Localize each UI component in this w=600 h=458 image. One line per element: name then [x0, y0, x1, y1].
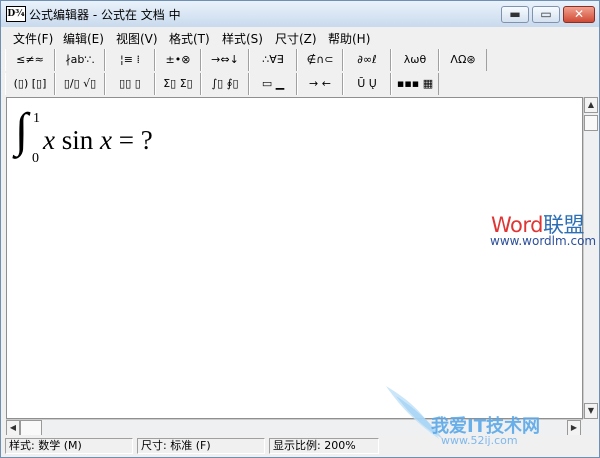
integral-templates-button[interactable]: ∫▯ ∮▯: [201, 73, 249, 95]
greek-lowercase-button[interactable]: λωθ: [391, 49, 439, 71]
menu-format[interactable]: 格式(T): [169, 30, 210, 47]
upper-limit: 1: [33, 111, 40, 126]
relational-symbols-button[interactable]: ≤≠≈: [5, 49, 55, 71]
sin-function: sin: [54, 125, 100, 155]
set-theory-symbols-button[interactable]: ∉∩⊂: [297, 49, 343, 71]
lower-limit: 0: [32, 151, 39, 166]
horizontal-scroll-thumb[interactable]: [20, 420, 42, 436]
scroll-left-button[interactable]: ◀: [6, 420, 20, 436]
maximize-button[interactable]: ▭: [532, 6, 560, 23]
close-button[interactable]: ✕: [563, 6, 595, 23]
vertical-scrollbar[interactable]: ▲ ▼: [583, 97, 598, 419]
scrollbar-corner: [583, 419, 597, 435]
subscript-templates-button[interactable]: ▯▯ ▯: [105, 73, 155, 95]
logical-symbols-button[interactable]: ∴∀∃: [249, 49, 297, 71]
symbol-palette-toolbar: ≤≠≈ ∤ab∵. ¦≡ ⁞ ±•⊗ →⇔↓ ∴∀∃ ∉∩⊂ ∂∞ℓ λωθ Λ…: [5, 49, 491, 71]
menu-file[interactable]: 文件(F): [13, 30, 53, 47]
status-style: 样式: 数学 (M): [5, 438, 133, 454]
scroll-up-button[interactable]: ▲: [584, 97, 598, 113]
underbar-overbar-templates-button[interactable]: ▭ ▁: [249, 73, 297, 95]
summation-templates-button[interactable]: Σ▯ Σ▯: [155, 73, 201, 95]
fence-templates-button[interactable]: (▯) [▯]: [5, 73, 55, 95]
site-url-watermark: www.52ij.com: [441, 434, 518, 447]
fraction-radical-templates-button[interactable]: ▯/▯ √▯: [55, 73, 105, 95]
status-zoom: 显示比例: 200%: [269, 438, 379, 454]
greek-uppercase-button[interactable]: ΛΩ⊛: [439, 49, 487, 71]
equation[interactable]: ∫ 1 0 x sin x = ?: [15, 105, 195, 169]
embellishments-button[interactable]: ¦≡ ⁞: [105, 49, 155, 71]
vertical-scroll-thumb[interactable]: [584, 115, 598, 131]
equation-editor-window: D¾ 公式编辑器 - 公式在 文档 中 ▬ ▭ ✕ 文件(F) 编辑(E) 视图…: [0, 0, 600, 458]
products-set-templates-button[interactable]: Ū Ų: [343, 73, 391, 95]
misc-symbols-button[interactable]: ∂∞ℓ: [343, 49, 391, 71]
variable-x-2: x: [100, 125, 112, 155]
window-title: 公式编辑器 - 公式在 文档 中: [29, 8, 181, 22]
scroll-right-button[interactable]: ▶: [567, 420, 581, 436]
menu-size[interactable]: 尺寸(Z): [275, 30, 317, 47]
wordlm-url-watermark: www.wordlm.com: [490, 234, 597, 248]
menu-style[interactable]: 样式(S): [222, 30, 263, 47]
menu-bar: 文件(F) 编辑(E) 视图(V) 格式(T) 样式(S) 尺寸(Z) 帮助(H…: [1, 27, 599, 47]
minimize-button[interactable]: ▬: [501, 6, 529, 23]
arrow-symbols-button[interactable]: →⇔↓: [201, 49, 249, 71]
spaces-ellipses-button[interactable]: ∤ab∵.: [55, 49, 105, 71]
menu-help[interactable]: 帮助(H): [328, 30, 370, 47]
menu-edit[interactable]: 编辑(E): [63, 30, 104, 47]
scroll-down-button[interactable]: ▼: [584, 403, 598, 419]
integrand: x sin x = ?: [43, 125, 153, 156]
integral-sign: ∫: [15, 104, 29, 157]
operator-symbols-button[interactable]: ±•⊗: [155, 49, 201, 71]
status-size: 尺寸: 标准 (F): [137, 438, 265, 454]
labeled-arrow-templates-button[interactable]: → ←: [297, 73, 343, 95]
equals-question: = ?: [111, 125, 153, 155]
template-palette-toolbar: (▯) [▯] ▯/▯ √▯ ▯▯ ▯ Σ▯ Σ▯ ∫▯ ∮▯ ▭ ▁ → ← …: [5, 73, 491, 95]
matrix-templates-button[interactable]: ▪▪▪ ▦: [391, 73, 439, 95]
app-icon: D¾: [6, 6, 26, 22]
menu-view[interactable]: 视图(V): [116, 30, 158, 47]
title-bar[interactable]: D¾ 公式编辑器 - 公式在 文档 中 ▬ ▭ ✕: [1, 1, 599, 28]
variable-x: x: [43, 125, 55, 155]
